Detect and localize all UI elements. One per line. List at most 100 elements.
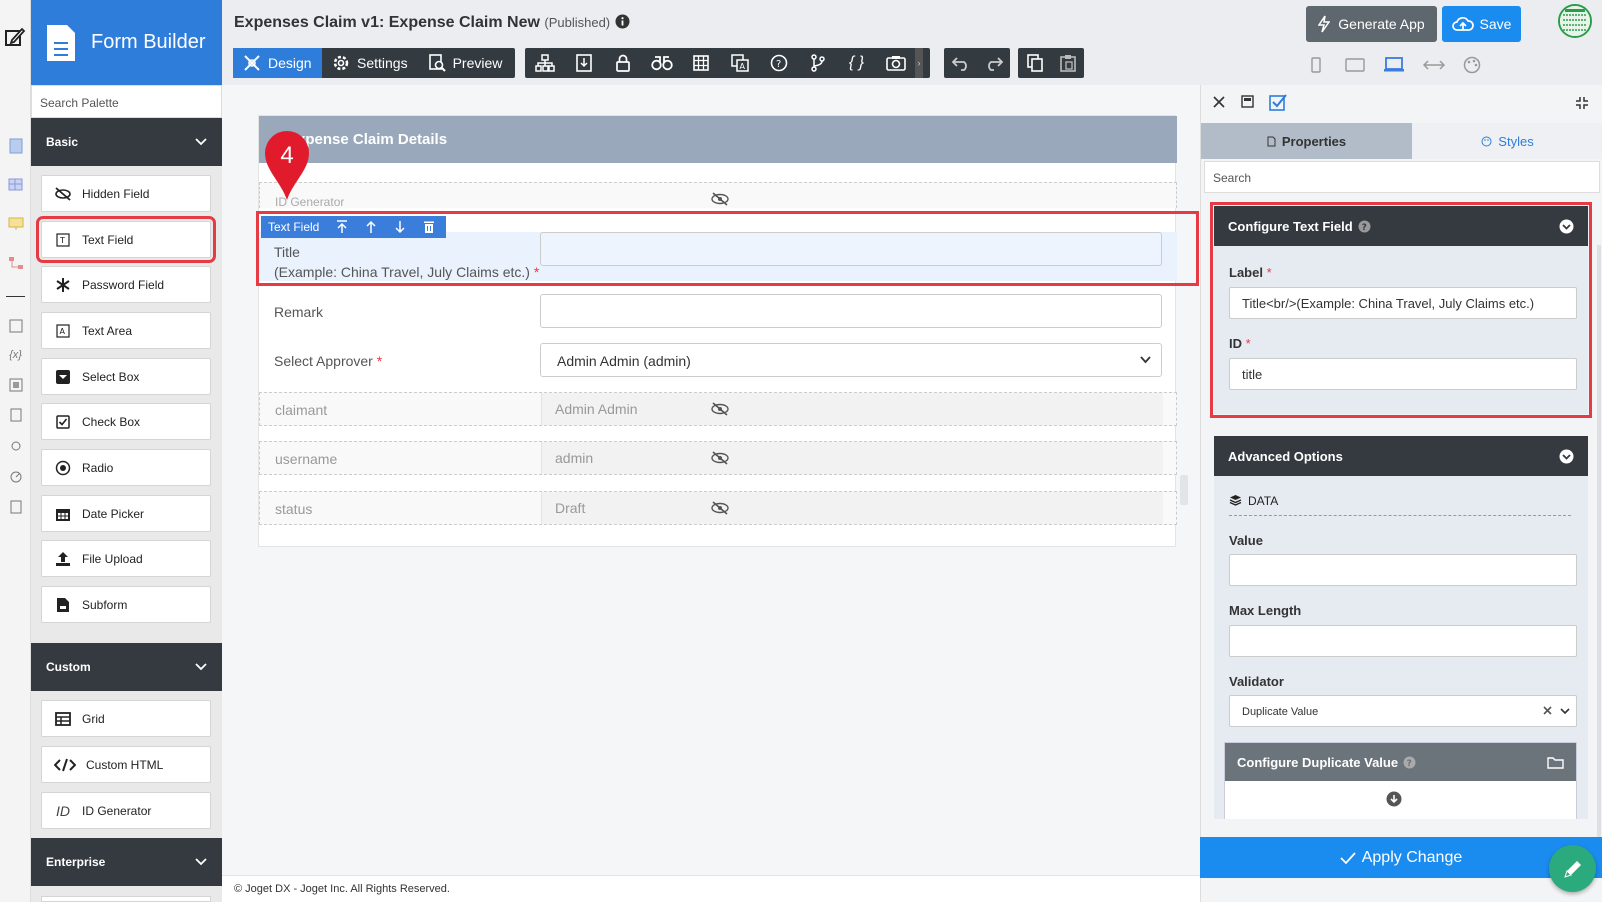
palette-item-grid[interactable]: Grid (41, 700, 211, 737)
design-icon (243, 54, 261, 72)
section-header[interactable]: Expense Claim Details (259, 116, 1177, 163)
max-length-input[interactable] (1229, 625, 1577, 657)
palette-icon (1481, 136, 1492, 147)
tablet-view-icon[interactable] (1344, 56, 1366, 74)
compress-icon[interactable] (1575, 96, 1589, 110)
paste-icon[interactable] (1051, 48, 1084, 78)
category-enterprise[interactable]: Enterprise (31, 838, 222, 886)
resource-icon[interactable] (6, 375, 25, 394)
help-icon[interactable]: ? (759, 48, 798, 78)
palette-item-id-generator[interactable]: ID ID Generator (41, 792, 211, 829)
grid-icon (54, 710, 72, 728)
mobile-view-icon[interactable] (1306, 56, 1326, 74)
close-icon[interactable] (1213, 96, 1225, 108)
gauge-icon[interactable] (6, 467, 25, 486)
resize-handle[interactable] (1180, 475, 1188, 505)
configure-header[interactable]: Configure Text Field ? (1214, 206, 1588, 246)
palette-item-file-upload[interactable]: File Upload (41, 540, 211, 577)
validator-select[interactable]: Duplicate Value (1229, 695, 1577, 727)
folder-icon[interactable] (1547, 756, 1564, 769)
advanced-header[interactable]: Advanced Options (1214, 436, 1588, 476)
tab-design[interactable]: Design (233, 48, 322, 78)
hidden-row-status[interactable]: status Draft (259, 491, 1177, 525)
hidden-row-username[interactable]: username admin (259, 441, 1177, 475)
save-button[interactable]: Save (1442, 6, 1521, 42)
process-icon[interactable] (6, 253, 25, 272)
redo-icon[interactable] (977, 48, 1010, 78)
category-basic[interactable]: Basic (31, 118, 222, 166)
datalist-icon[interactable] (6, 175, 25, 194)
palette-item-custom-html[interactable]: Custom HTML (41, 746, 211, 783)
window-icon[interactable] (1241, 95, 1254, 108)
form-title: Expenses Claim v1: Expense Claim New (Pu… (234, 14, 630, 32)
lock-icon[interactable] (603, 48, 642, 78)
remark-input[interactable] (540, 294, 1162, 328)
id-input[interactable]: title (1229, 358, 1577, 390)
form-icon[interactable] (6, 136, 25, 155)
tab-styles[interactable]: Styles (1412, 123, 1602, 159)
chevron-right-icon[interactable]: › (915, 48, 923, 78)
fullwidth-view-icon[interactable] (1423, 56, 1445, 74)
json-icon[interactable]: { } (837, 48, 876, 78)
palette-item-hidden-field[interactable]: Hidden Field (41, 175, 211, 212)
tab-properties[interactable]: Properties (1201, 123, 1412, 159)
palette-item-password-field[interactable]: Password Field (41, 266, 211, 303)
arrow-circle-down-icon[interactable] (1386, 791, 1402, 807)
gear-icon (332, 54, 350, 72)
binoculars-icon[interactable] (642, 48, 681, 78)
palette-item-radio[interactable]: Radio (41, 449, 211, 486)
properties-search-input[interactable]: Search (1204, 161, 1600, 193)
tab-preview[interactable]: Preview (418, 48, 513, 78)
text-field-icon: T (54, 231, 72, 249)
note-icon[interactable] (6, 316, 25, 335)
palette-item-check-box[interactable]: Check Box (41, 403, 211, 440)
value-input[interactable] (1229, 554, 1577, 586)
tree-icon[interactable] (525, 48, 564, 78)
palette-item-select-box[interactable]: Select Box (41, 358, 211, 395)
palette-item-text-field[interactable]: T Text Field (36, 216, 216, 263)
move-up-icon[interactable] (356, 220, 385, 234)
generate-app-button[interactable]: Generate App (1306, 6, 1437, 42)
bolt-icon (1318, 15, 1331, 33)
desktop-view-icon[interactable] (1383, 56, 1405, 74)
palette-item-subform[interactable]: Subform (41, 586, 211, 623)
eye-slash-icon (710, 451, 730, 465)
category-custom[interactable]: Custom (31, 643, 222, 691)
palette-theme-icon[interactable] (1462, 56, 1482, 74)
approver-select[interactable]: Admin Admin (admin) (540, 343, 1162, 377)
undo-icon[interactable] (944, 48, 977, 78)
doc-icon[interactable] (6, 405, 25, 424)
clear-icon[interactable] (1543, 706, 1552, 715)
move-top-icon[interactable] (327, 220, 356, 234)
chevron-down-icon (195, 663, 207, 671)
id-generator-row[interactable]: ID Generator (259, 182, 1177, 209)
copy-icon[interactable] (1018, 48, 1051, 78)
userview-icon[interactable] (6, 214, 25, 233)
hidden-row-claimant[interactable]: claimant Admin Admin (259, 392, 1177, 426)
translate-icon[interactable]: A (720, 48, 759, 78)
binder-icon[interactable] (564, 48, 603, 78)
edit-icon[interactable] (4, 26, 26, 48)
palette-search-input[interactable]: Search Palette (31, 85, 222, 118)
label-input[interactable]: Title<br/>(Example: China Travel, July C… (1229, 287, 1577, 319)
tab-settings[interactable]: Settings (322, 48, 418, 78)
checklist-icon[interactable] (1269, 93, 1287, 111)
avatar[interactable] (1558, 4, 1592, 38)
info-icon[interactable] (615, 14, 630, 29)
delete-icon[interactable] (414, 220, 443, 234)
branch-icon[interactable] (798, 48, 837, 78)
palette-item-date-picker[interactable]: Date Picker (41, 495, 211, 532)
edit-fab-button[interactable] (1549, 845, 1596, 892)
palette-item-text-area[interactable]: A Text Area (41, 312, 211, 349)
copy-paste-bar (1018, 48, 1084, 78)
apply-change-button[interactable]: Apply Change (1200, 837, 1602, 878)
move-down-icon[interactable] (385, 220, 414, 234)
code-icon (54, 756, 76, 774)
table-icon[interactable] (681, 48, 720, 78)
plugin-icon[interactable] (6, 436, 25, 455)
export-icon[interactable] (6, 497, 25, 516)
duplicate-value-header[interactable]: Configure Duplicate Value ? (1225, 743, 1576, 781)
variable-icon[interactable]: {x} (6, 345, 25, 364)
camera-icon[interactable] (876, 48, 915, 78)
element-toolbar: Text Field (261, 216, 446, 238)
